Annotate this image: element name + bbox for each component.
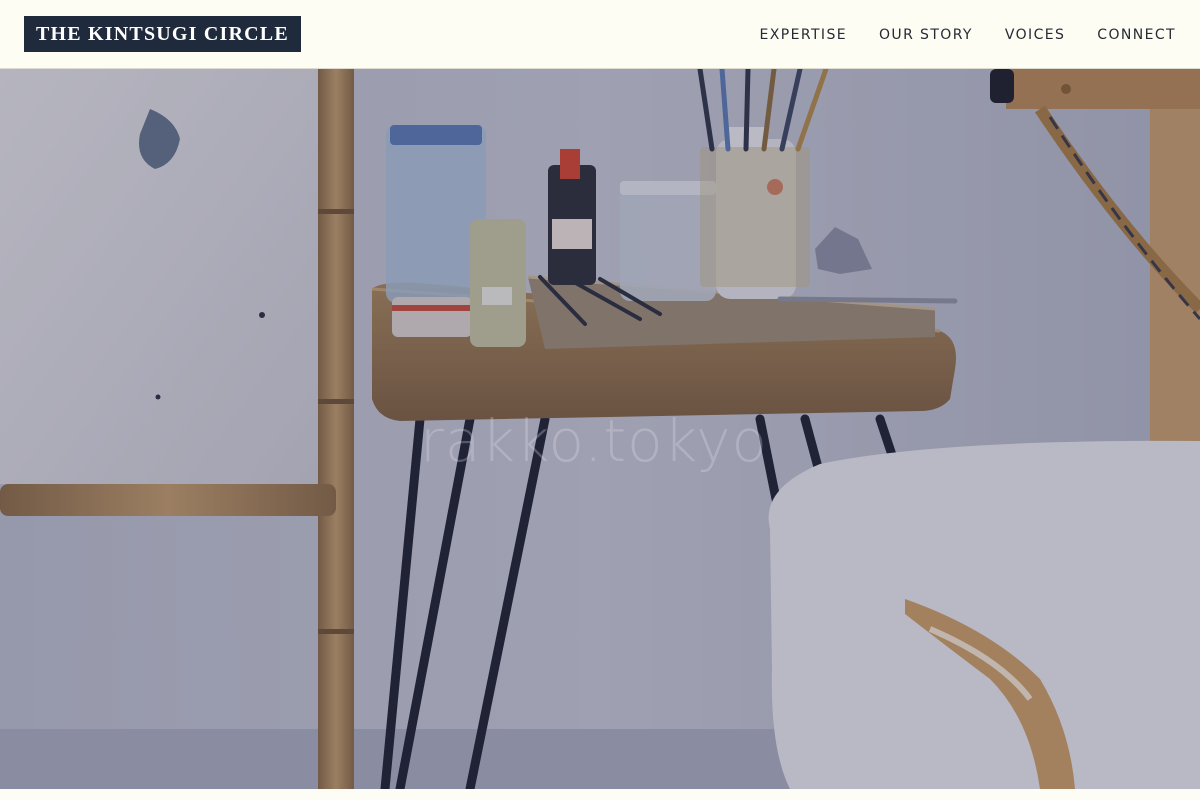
nav-link-our-story[interactable]: OUR STORY [879, 27, 973, 43]
nav-link-voices[interactable]: VOICES [1005, 27, 1065, 43]
nav-link-expertise[interactable]: EXPERTISE [760, 27, 847, 43]
hero-section: rakko.tokyo [0, 69, 1200, 789]
watermark-text: rakko.tokyo [420, 407, 768, 475]
nav-link-connect[interactable]: CONNECT [1097, 27, 1176, 43]
site-header: THE KINTSUGI CIRCLE EXPERTISE OUR STORY … [0, 0, 1200, 69]
bottom-strip [0, 789, 1200, 800]
site-logo[interactable]: THE KINTSUGI CIRCLE [24, 16, 301, 52]
main-nav: EXPERTISE OUR STORY VOICES CONNECT [760, 0, 1176, 69]
